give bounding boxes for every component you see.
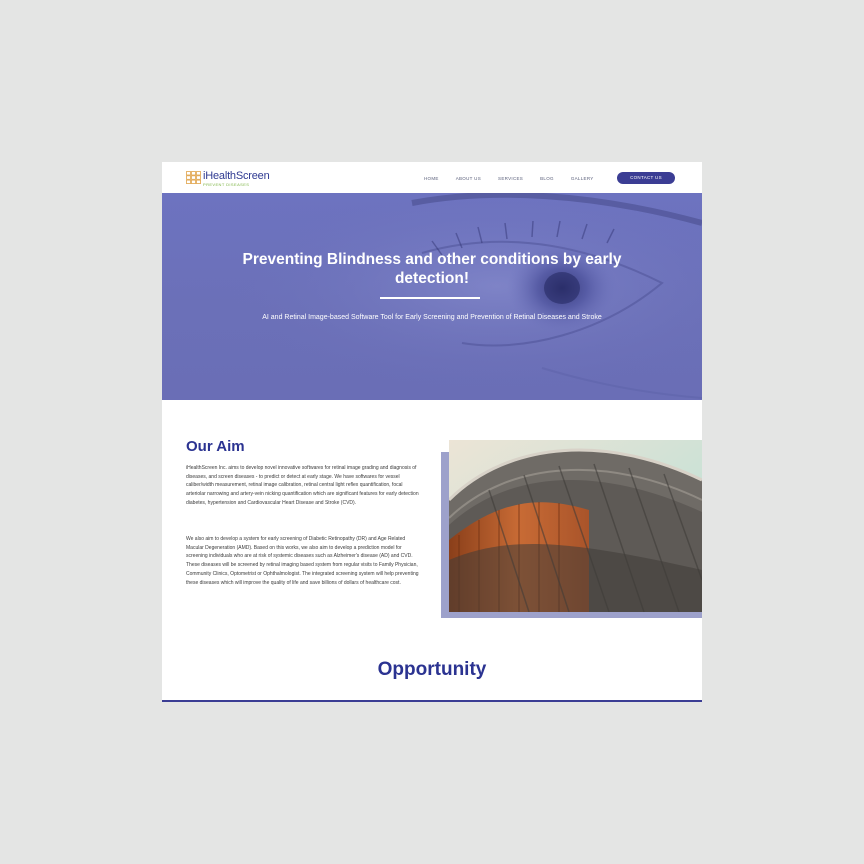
web-page: iHealthScreen PREVENT DISEASES HOME ABOU…: [162, 162, 702, 702]
aim-paragraph-2: We also aim to develop a system for earl…: [186, 536, 419, 586]
hero-banner: Preventing Blindness and other condition…: [162, 193, 702, 400]
brand-logo[interactable]: iHealthScreen PREVENT DISEASES: [186, 170, 286, 187]
nav-services[interactable]: SERVICES: [498, 175, 523, 183]
nav-about-us[interactable]: ABOUT US: [456, 175, 481, 183]
nav-blog[interactable]: BLOG: [540, 175, 554, 183]
brand-tagline: PREVENT DISEASES: [203, 182, 250, 187]
top-navbar: iHealthScreen PREVENT DISEASES HOME ABOU…: [162, 162, 702, 193]
opportunity-heading: Opportunity: [377, 659, 487, 680]
nav-links: HOME ABOUT US SERVICES BLOG GALLERY: [424, 175, 594, 183]
logo-grid-icon: [186, 171, 201, 184]
aim-paragraph-1: iHealthScreen Inc. aims to develop novel…: [186, 465, 419, 506]
nav-home[interactable]: HOME: [424, 175, 439, 183]
aim-heading: Our Aim: [186, 438, 245, 455]
curved-building-image: [449, 440, 702, 612]
nav-gallery[interactable]: GALLERY: [571, 175, 594, 183]
contact-us-button[interactable]: CONTACT US: [617, 172, 675, 184]
bottom-border: [162, 700, 702, 702]
hero-title: Preventing Blindness and other condition…: [242, 251, 622, 287]
hero-divider: [380, 297, 480, 299]
architecture-photo: [449, 440, 702, 612]
hero-subtitle: AI and Retinal Image-based Software Tool…: [262, 314, 602, 321]
